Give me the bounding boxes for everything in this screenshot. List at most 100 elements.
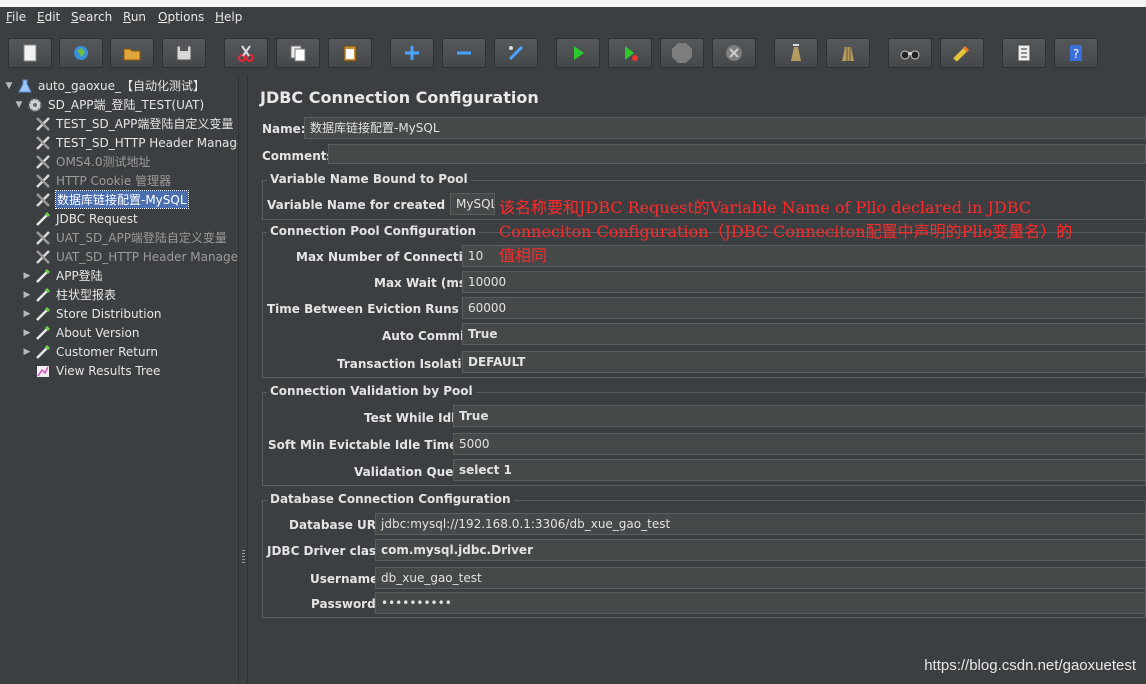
tree-node-label: View Results Tree: [56, 363, 161, 378]
tree-node[interactable]: JDBC Request: [22, 209, 138, 228]
max-connections-field[interactable]: 10: [462, 245, 1146, 267]
new-icon: [20, 43, 40, 63]
eviction-field[interactable]: 60000: [462, 297, 1146, 319]
max-wait-label: Max Wait (ms):: [374, 276, 477, 290]
password-field[interactable]: ••••••••••: [375, 592, 1146, 614]
max-wait-field[interactable]: 10000: [462, 271, 1146, 293]
expanded-arrow-icon[interactable]: ▼: [4, 81, 14, 91]
reset-search-button[interactable]: [940, 38, 984, 68]
menu-search[interactable]: Search: [71, 10, 112, 24]
stop-button[interactable]: [660, 38, 704, 68]
isolation-select[interactable]: DEFAULT: [462, 351, 1146, 373]
function-helper-button[interactable]: [1002, 38, 1046, 68]
help-button[interactable]: ?: [1054, 38, 1098, 68]
copy-button[interactable]: [276, 38, 320, 68]
tree-node[interactable]: View Results Tree: [22, 361, 160, 380]
collapsed-arrow-icon[interactable]: ▶: [22, 290, 32, 300]
tree-node[interactable]: HTTP Cookie 管理器: [22, 171, 171, 190]
tree-node[interactable]: TEST_SD_APP端登陆自定义变量: [22, 114, 233, 133]
open-button[interactable]: [110, 38, 154, 68]
pool-variable-field[interactable]: MySQL: [450, 193, 495, 215]
tree-node[interactable]: ▼ auto_gaoxue_【自动化测试】: [4, 76, 205, 95]
menu-bar: File Edit Search Run Options Help: [0, 7, 1146, 29]
new-button[interactable]: [8, 38, 52, 68]
tree-node[interactable]: ▶ Customer Return: [22, 342, 158, 361]
menu-mnemonic: S: [71, 10, 79, 24]
clear-icon: [786, 43, 806, 63]
tree-node-label: UAT_SD_APP端登陆自定义变量: [56, 231, 227, 245]
menu-run[interactable]: Run: [123, 10, 146, 24]
tree-node-label: auto_gaoxue_【自动化测试】: [38, 79, 206, 93]
split-pane-divider[interactable]: [238, 76, 248, 684]
config-element-icon: [34, 134, 52, 152]
config-element-icon: [34, 172, 52, 190]
collapsed-arrow-icon[interactable]: ▶: [22, 328, 32, 338]
toggle-icon: [506, 43, 526, 63]
start-icon: [568, 43, 588, 63]
tree-node[interactable]: OMS4.0测试地址: [22, 152, 151, 171]
annotation-line-3: 值相同: [499, 246, 548, 265]
start-button[interactable]: [556, 38, 600, 68]
cut-button[interactable]: [224, 38, 268, 68]
config-element-icon: [34, 229, 52, 247]
driver-select[interactable]: com.mysql.jdbc.Driver: [375, 539, 1146, 561]
tree-node[interactable]: 数据库链接配置-MySQL: [22, 190, 189, 209]
toggle-button[interactable]: [494, 38, 538, 68]
collapsed-arrow-icon[interactable]: ▶: [22, 271, 32, 281]
shutdown-button[interactable]: [712, 38, 756, 68]
config-element-icon: [34, 191, 52, 209]
expanded-arrow-icon[interactable]: ▼: [14, 100, 24, 110]
name-field[interactable]: 数据库链接配置-MySQL: [304, 117, 1146, 139]
tree-node[interactable]: ▶ Store Distribution: [22, 304, 162, 323]
start-no-pauses-button[interactable]: [608, 38, 652, 68]
clear-all-icon: [838, 43, 858, 63]
soft-min-field[interactable]: 5000: [453, 433, 1146, 455]
tree-node[interactable]: ▶ 柱状型报表: [22, 285, 116, 304]
test-plan-icon: [16, 77, 34, 95]
tree-node[interactable]: UAT_SD_APP端登陆自定义变量: [22, 228, 227, 247]
tree-node-label: APP登陆: [56, 269, 103, 283]
menu-label-rest: un: [130, 10, 147, 24]
search-button[interactable]: [888, 38, 932, 68]
menu-file[interactable]: File: [6, 10, 26, 24]
function-helper-icon: [1014, 43, 1034, 63]
test-idle-select[interactable]: True: [453, 405, 1146, 427]
paste-button[interactable]: [328, 38, 372, 68]
templates-icon: [71, 43, 91, 63]
auto-commit-select[interactable]: True: [462, 323, 1146, 345]
username-field[interactable]: db_xue_gao_test: [375, 567, 1146, 589]
menu-edit[interactable]: Edit: [37, 10, 60, 24]
templates-button[interactable]: [59, 38, 103, 68]
sampler-icon: [34, 343, 52, 361]
menu-mnemonic: R: [123, 10, 131, 24]
db-url-field[interactable]: jdbc:mysql://192.168.0.1:3306/db_xue_gao…: [375, 513, 1146, 535]
paste-icon: [340, 43, 360, 63]
tree-node[interactable]: ▶ About Version: [22, 323, 139, 342]
collapse-button[interactable]: [442, 38, 486, 68]
expand-button[interactable]: [390, 38, 434, 68]
clear-all-button[interactable]: [826, 38, 870, 68]
menu-help[interactable]: Help: [215, 10, 242, 24]
menu-label-rest: ile: [12, 10, 27, 24]
open-icon: [122, 43, 142, 63]
tree-node[interactable]: UAT_SD_HTTP Header Manager: [22, 247, 243, 266]
menu-options[interactable]: Options: [158, 10, 204, 24]
config-element-icon: [34, 115, 52, 133]
tree-node-label: About Version: [56, 325, 140, 340]
group-title-database: Database Connection Configuration: [267, 492, 514, 506]
save-button[interactable]: [162, 38, 206, 68]
annotation-line-2: Conneciton Configuration（JDBC Conneciton…: [499, 222, 1073, 241]
validation-query-field[interactable]: select 1: [453, 459, 1146, 481]
divider-grip[interactable]: [242, 550, 245, 564]
panel-title: JDBC Connection Configuration: [260, 88, 539, 107]
comments-field[interactable]: [328, 144, 1146, 164]
clear-button[interactable]: [774, 38, 818, 68]
tree-node[interactable]: ▼ SD_APP端_登陆_TEST(UAT): [14, 95, 204, 114]
thread-group-icon: [26, 96, 44, 114]
collapsed-arrow-icon[interactable]: ▶: [22, 347, 32, 357]
tree-node[interactable]: TEST_SD_HTTP Header Manage: [22, 133, 244, 152]
tree-node[interactable]: ▶ APP登陆: [22, 266, 103, 285]
username-label: Username:: [310, 572, 384, 586]
collapsed-arrow-icon[interactable]: ▶: [22, 309, 32, 319]
tree-node-label: Customer Return: [56, 344, 158, 359]
